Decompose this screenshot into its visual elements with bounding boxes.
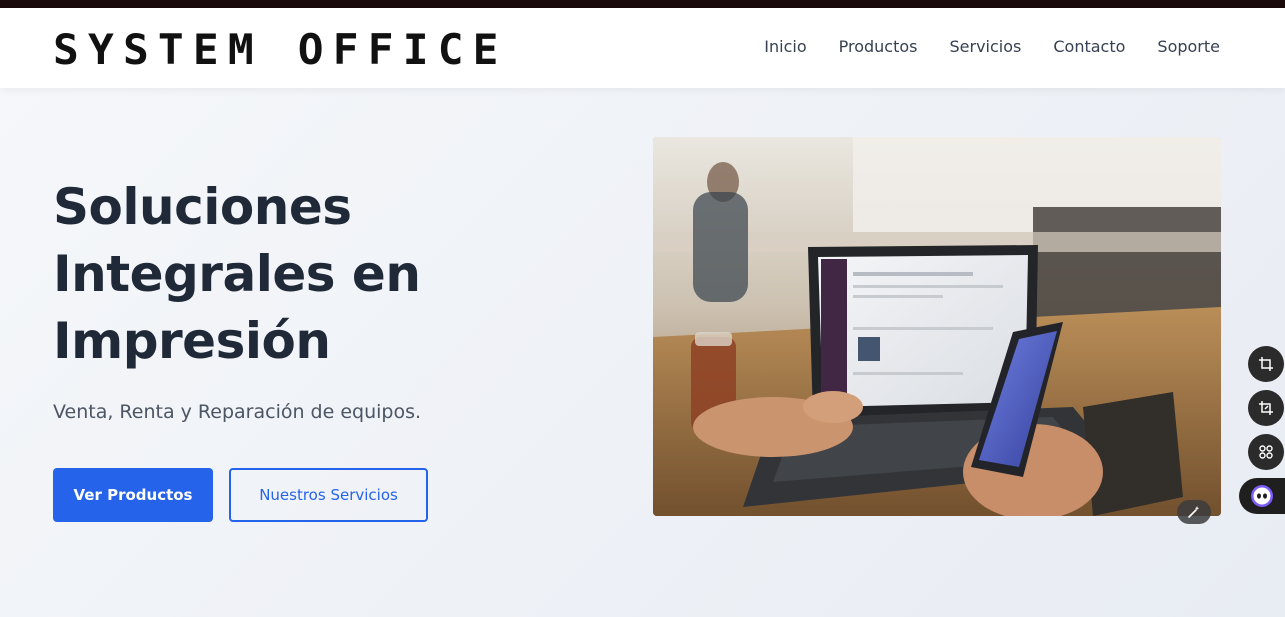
site-header: SYSTEM OFFICE Inicio Productos Servicios… (0, 8, 1285, 88)
nav-link-servicios[interactable]: Servicios (950, 36, 1022, 58)
crop-icon[interactable] (1248, 346, 1284, 382)
crop-alt-icon[interactable] (1248, 390, 1284, 426)
ver-productos-button[interactable]: Ver Productos (53, 468, 213, 522)
nav-link-inicio[interactable]: Inicio (764, 36, 806, 58)
nuestros-servicios-button[interactable]: Nuestros Servicios (229, 468, 428, 522)
hero-image (653, 137, 1221, 516)
assistant-icon[interactable] (1239, 478, 1285, 514)
magic-wand-icon[interactable] (1177, 500, 1211, 524)
nav-link-productos[interactable]: Productos (839, 36, 918, 58)
side-toolbar (1235, 346, 1285, 514)
grid-icon[interactable] (1248, 434, 1284, 470)
nav-link-contacto[interactable]: Contacto (1053, 36, 1125, 58)
main-nav: Inicio Productos Servicios Contacto Sopo… (764, 36, 1220, 58)
nav-link-soporte[interactable]: Soporte (1157, 36, 1220, 58)
hero-subtitle: Venta, Renta y Reparación de equipos. (53, 401, 422, 423)
hero-section: Soluciones Integrales en Impresión Venta… (0, 88, 1285, 617)
top-accent-bar (0, 0, 1285, 8)
brand-logo[interactable]: SYSTEM OFFICE (53, 29, 508, 71)
hero-title: Soluciones Integrales en Impresión (53, 178, 421, 370)
